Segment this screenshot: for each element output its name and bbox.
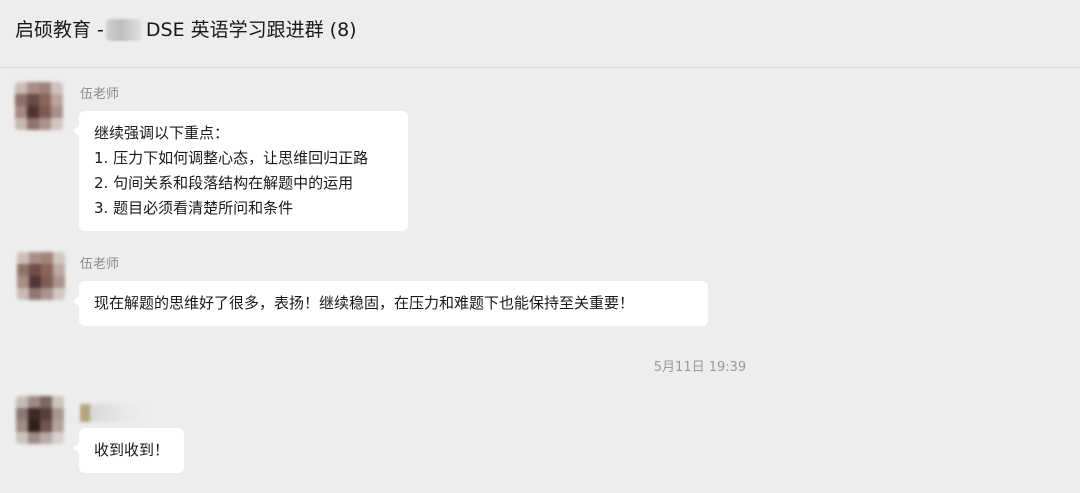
- chat-header: 启硕教育 - DSE 英语学习跟进群 (8): [0, 0, 1080, 68]
- message-line: 3. 题目必须看清楚所问和条件: [94, 199, 294, 217]
- sender-name: 伍老师: [80, 257, 120, 272]
- message-line: 现在解题的思维好了很多，表扬！继续稳固，在压力和难题下也能保持至关重要！: [94, 294, 635, 312]
- message-bubble[interactable]: 现在解题的思维好了很多，表扬！继续稳固，在压力和难题下也能保持至关重要！: [73, 281, 708, 326]
- avatar[interactable]: [17, 252, 65, 300]
- sender-name: 伍老师: [80, 87, 120, 102]
- chat-title-prefix: 启硕教育 -: [15, 19, 104, 41]
- message-line: 1. 压力下如何调整心态，让思维回归正路: [94, 149, 369, 167]
- chat-title-suffix: DSE 英语学习跟进群 (8): [145, 19, 357, 41]
- message-line: 继续强调以下重点：: [94, 124, 230, 142]
- message-line: 收到收到！: [94, 441, 170, 459]
- message-bubble[interactable]: 继续强调以下重点： 1. 压力下如何调整心态，让思维回归正路 2. 句间关系和段…: [73, 111, 408, 231]
- message-bubble[interactable]: 收到收到！: [72, 428, 185, 473]
- avatar[interactable]: [15, 82, 63, 130]
- avatar[interactable]: [16, 396, 64, 444]
- message-timestamp: 5月11日 19:39: [653, 360, 747, 375]
- chat-title: 启硕教育 - DSE 英语学习跟进群 (8): [15, 17, 357, 43]
- message-line: 2. 句间关系和段落结构在解题中的运用: [94, 174, 354, 192]
- redacted-sender-name: [80, 404, 146, 422]
- redacted-name: [105, 19, 142, 41]
